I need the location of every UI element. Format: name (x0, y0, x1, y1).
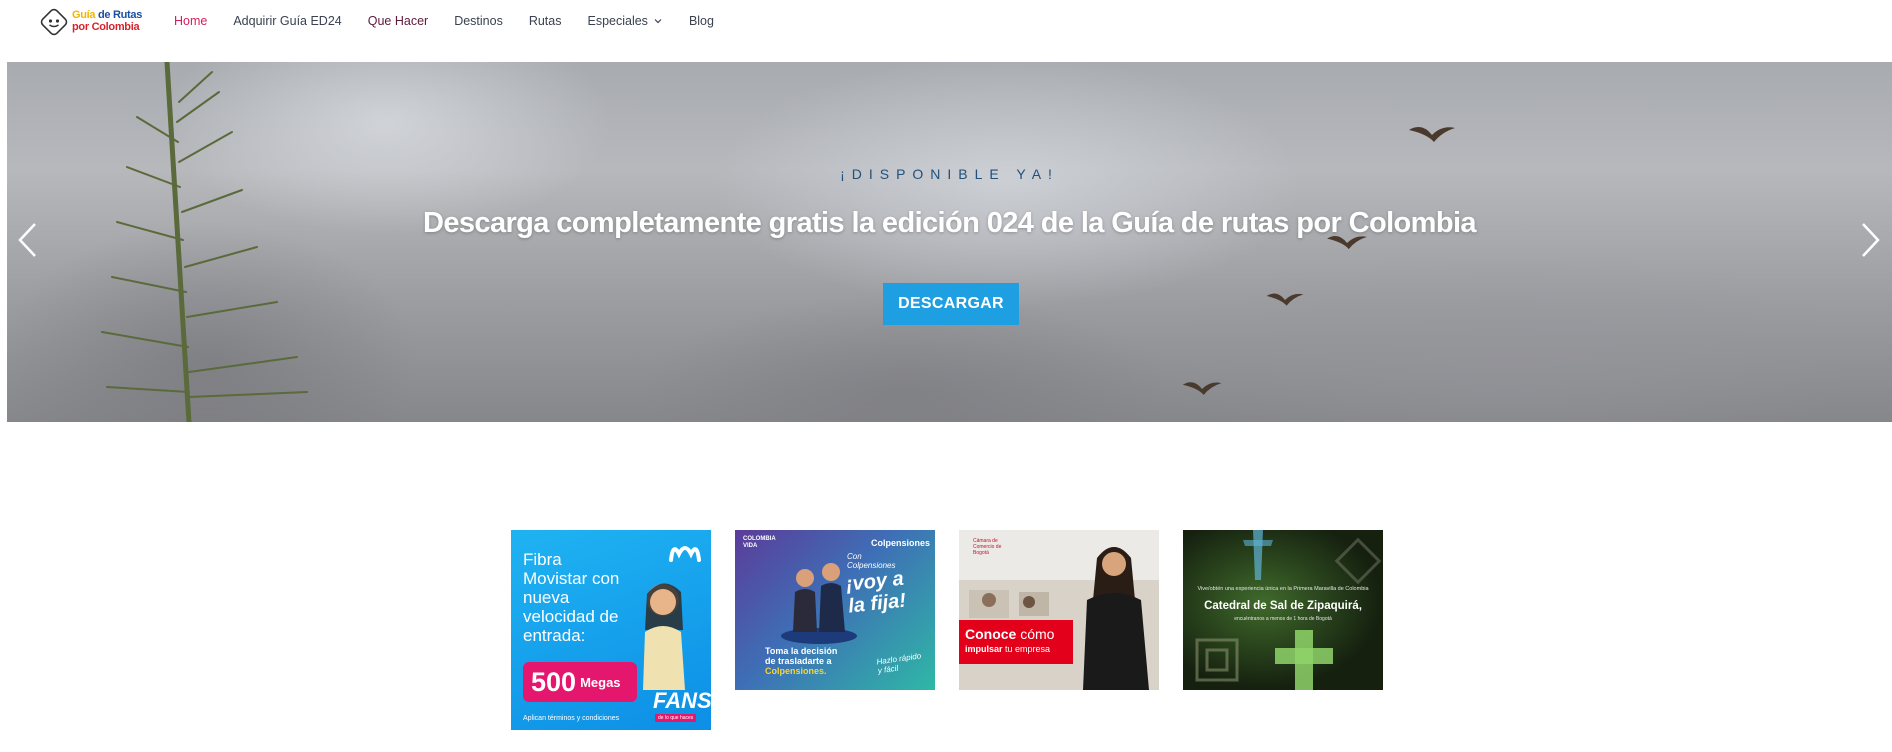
ad-text: Fibra Movistar con nueva velocidad de en… (523, 550, 620, 645)
ad-banner-movistar[interactable]: Fibra Movistar con nueva velocidad de en… (511, 530, 711, 730)
fans-tagline: de lo que haces (655, 714, 697, 722)
ad-conoce-rest: cómo (1016, 626, 1055, 642)
ad-body-line: Toma la decisión (765, 646, 838, 656)
nav-item-destinos[interactable]: Destinos (454, 14, 503, 28)
logo-text: Guía de Rutas por Colombia (72, 9, 142, 33)
movistar-logo-icon (669, 546, 701, 562)
camara-comercio-logo: Cámara de Comercio de Bogotá (973, 538, 1002, 556)
site-logo[interactable]: Guía de Rutas por Colombia (38, 6, 146, 38)
ad-banner-catedral-sal[interactable]: Vive/obtén una experiencia única en la P… (1183, 530, 1383, 690)
hero-title: Descarga completamente gratis la edición… (423, 207, 1477, 239)
ad-banner-colpensiones[interactable]: COLOMBIA VIDA Colpensiones Con Colpensio… (735, 530, 935, 690)
nav-item-blog[interactable]: Blog (689, 14, 714, 28)
bird-image (1409, 126, 1455, 142)
ad-subtitle: encuéntranos a menos de 1 hora de Bogotá (1234, 616, 1332, 622)
colombia-vida-logo: COLOMBIA VIDA (743, 536, 776, 549)
ad-body: Toma la decisión de trasladarte a Colpen… (765, 646, 837, 676)
ad-body-line: de trasladarte a (765, 656, 832, 666)
main-nav: Home Adquirir Guía ED24 Que Hacer Destin… (174, 0, 740, 42)
nav-item-adquirir-guia[interactable]: Adquirir Guía ED24 (233, 14, 341, 28)
ad-impulsar-text: impulsar tu empresa (965, 644, 1050, 654)
chevron-left-icon[interactable] (15, 220, 39, 260)
logo-word-rutas: de Rutas (95, 9, 143, 21)
fans-logo: FANS (653, 688, 711, 713)
nav-item-rutas[interactable]: Rutas (529, 14, 562, 28)
ad-tagline: Hazlo rápido y fácil (875, 651, 922, 676)
ad-body-highlight: Colpensiones. (765, 666, 827, 676)
nav-item-especiales-label: Especiales (587, 14, 648, 28)
nav-item-home[interactable]: Home (174, 14, 207, 28)
ad-conoce-text: Conoce cómo (965, 626, 1054, 642)
ad-conoce-bold: Conoce (965, 626, 1017, 642)
nav-item-especiales[interactable]: Especiales (587, 14, 662, 28)
ad-vive-text: Vive/obtén una experiencia única en la P… (1197, 586, 1369, 592)
logo-word-guia: Guía (72, 9, 96, 21)
bird-image (1266, 293, 1304, 306)
palm-frond-image (101, 62, 308, 422)
colpensiones-logo: Colpensiones (871, 538, 931, 548)
download-button[interactable]: DESCARGAR (883, 283, 1019, 325)
chevron-right-icon[interactable] (1859, 220, 1883, 260)
ad-headline: ¡voy a la fija! (844, 567, 907, 618)
speed-unit: Megas (580, 674, 621, 690)
bird-image (1182, 382, 1222, 395)
chevron-down-icon (654, 19, 662, 24)
terms-text: Aplican términos y condiciones (523, 715, 620, 722)
ad-banner-camara-comercio[interactable]: Cámara de Comercio de Bogotá Conoce cómo… (959, 530, 1159, 690)
logo-icon (40, 8, 68, 36)
speed-badge: 500 Megas (523, 662, 637, 702)
ad-impulsar-rest: tu empresa (1002, 644, 1051, 654)
ad-impulsar-bold: impulsar (965, 644, 1003, 654)
hero-kicker: ¡DISPONIBLE YA! (840, 166, 1059, 182)
speed-number: 500 (531, 666, 577, 697)
logo-word-colombia: por Colombia (72, 21, 140, 33)
site-header: Guía de Rutas por Colombia Home Adquirir… (0, 0, 1892, 62)
hero-slider: ¡DISPONIBLE YA! Descarga completamente g… (7, 62, 1892, 422)
nav-item-que-hacer[interactable]: Que Hacer (368, 14, 428, 28)
ad-title: Catedral de Sal de Zipaquirá, (1204, 600, 1362, 612)
